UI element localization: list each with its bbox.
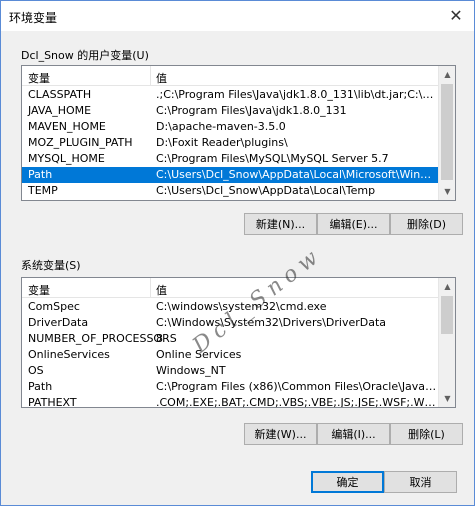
scroll-up-icon[interactable]: ▲	[439, 66, 455, 83]
variable-name: NUMBER_OF_PROCESSORS	[28, 332, 177, 345]
user-new-button[interactable]: 新建(N)...	[244, 213, 317, 235]
variable-name: MAVEN_HOME	[28, 120, 106, 133]
variable-value: .;C:\Program Files\Java\jdk1.8.0_131\lib…	[156, 88, 438, 101]
user-vars-list[interactable]: 变量 值 CLASSPATH .;C:\Program Files\Java\jd…	[21, 65, 456, 201]
variable-name: Path	[28, 380, 53, 393]
scroll-down-icon[interactable]: ▼	[439, 183, 455, 200]
variable-name: PATHEXT	[28, 396, 77, 408]
system-vars-group-label: 系统变量(S)	[21, 259, 81, 272]
ok-button[interactable]: 确定	[311, 471, 384, 493]
user-vars-scrollbar[interactable]: ▲ ▼	[438, 66, 455, 200]
scroll-thumb[interactable]	[441, 296, 453, 334]
variable-name: DriverData	[28, 316, 89, 329]
close-icon[interactable]: ✕	[444, 4, 468, 26]
environment-variables-dialog: 环境变量 ✕ Dcl_Snow 的用户变量(U) 变量 值 CLASSPATH.…	[0, 0, 475, 506]
user-var-row[interactable]: MOZ_PLUGIN_PATH D:\Foxit Reader\plugins\	[22, 135, 440, 151]
variable-name: OnlineServices	[28, 348, 110, 361]
system-var-row[interactable]: OS Windows_NT	[22, 363, 440, 379]
header-name[interactable]: 变量	[28, 282, 50, 298]
variable-value: C:\Program Files\MySQL\MySQL Server 5.7	[156, 152, 389, 165]
variable-value: C:\windows\system32\cmd.exe	[156, 300, 327, 313]
scroll-down-icon[interactable]: ▼	[439, 390, 455, 407]
variable-name: ComSpec	[28, 300, 80, 313]
variable-name: MOZ_PLUGIN_PATH	[28, 136, 133, 149]
system-vars-scrollbar[interactable]: ▲ ▼	[438, 278, 455, 407]
system-var-row[interactable]: DriverData C:\Windows\System32\Drivers\Dr…	[22, 315, 440, 331]
variable-value: C:\Program Files\Java\jdk1.8.0_131	[156, 104, 347, 117]
variable-name: TEMP	[28, 184, 58, 197]
user-var-row[interactable]: MYSQL_HOME C:\Program Files\MySQL\MySQL S…	[22, 151, 440, 167]
header-value[interactable]: 值	[156, 282, 167, 298]
user-delete-button[interactable]: 删除(D)	[390, 213, 463, 235]
column-separator[interactable]	[150, 278, 151, 298]
variable-value: C:\Users\Dcl_Snow\AppData\Local\Temp	[156, 184, 376, 197]
system-new-button[interactable]: 新建(W)...	[244, 423, 317, 445]
system-vars-header: 变量 值	[22, 278, 455, 298]
system-var-row[interactable]: OnlineServices Online Services	[22, 347, 440, 363]
window-title: 环境变量	[9, 11, 58, 25]
user-vars-group-label: Dcl_Snow 的用户变量(U)	[21, 49, 149, 62]
user-var-row[interactable]: JAVA_HOME C:\Program Files\Java\jdk1.8.0_…	[22, 103, 440, 119]
user-var-row[interactable]: Path C:\Users\Dcl_Snow\AppData\Local\Micr…	[22, 167, 440, 183]
user-var-row[interactable]: CLASSPATH .;C:\Program Files\Java\jdk1.8.…	[22, 87, 440, 103]
system-var-row[interactable]: Path C:\Program Files (x86)\Common Files\…	[22, 379, 440, 395]
variable-value: C:\Program Files (x86)\Common Files\Orac…	[156, 380, 438, 393]
system-var-row[interactable]: NUMBER_OF_PROCESSORS 8	[22, 331, 440, 347]
variable-name: MYSQL_HOME	[28, 152, 105, 165]
system-edit-button[interactable]: 编辑(I)...	[317, 423, 390, 445]
variable-value: Online Services	[156, 348, 242, 361]
variable-value: .COM;.EXE;.BAT;.CMD;.VBS;.VBE;.JS;.JSE;.…	[156, 396, 438, 408]
title-bar: 环境变量 ✕	[1, 1, 474, 31]
variable-value: 8	[156, 332, 163, 345]
variable-value: C:\Windows\System32\Drivers\DriverData	[156, 316, 387, 329]
scroll-thumb[interactable]	[441, 84, 453, 180]
column-separator[interactable]	[150, 66, 151, 86]
variable-value: D:\Foxit Reader\plugins\	[156, 136, 288, 149]
user-var-row[interactable]: TEMP C:\Users\Dcl_Snow\AppData\Local\Temp	[22, 183, 440, 199]
cancel-button[interactable]: 取消	[384, 471, 457, 493]
system-vars-list[interactable]: 变量 值 ComSpec C:\windows\system32\cmd.exe D…	[21, 277, 456, 408]
variable-name: OS	[28, 364, 44, 377]
variable-name: Path	[28, 168, 53, 181]
user-edit-button[interactable]: 编辑(E)...	[317, 213, 390, 235]
system-var-row[interactable]: PATHEXT .COM;.EXE;.BAT;.CMD;.VBS;.VBE;.JS…	[22, 395, 440, 408]
variable-value: Windows_NT	[156, 364, 226, 377]
user-vars-header: 变量 值	[22, 66, 455, 86]
variable-name: JAVA_HOME	[28, 104, 92, 117]
header-name[interactable]: 变量	[28, 70, 50, 86]
header-value[interactable]: 值	[156, 70, 167, 86]
user-var-row[interactable]: MAVEN_HOME D:\apache-maven-3.5.0	[22, 119, 440, 135]
variable-name: CLASSPATH	[28, 88, 92, 101]
system-delete-button[interactable]: 删除(L)	[390, 423, 463, 445]
variable-value: D:\apache-maven-3.5.0	[156, 120, 286, 133]
system-var-row[interactable]: ComSpec C:\windows\system32\cmd.exe	[22, 299, 440, 315]
variable-value: C:\Users\Dcl_Snow\AppData\Local\Microsof…	[156, 168, 438, 181]
scroll-up-icon[interactable]: ▲	[439, 278, 455, 295]
